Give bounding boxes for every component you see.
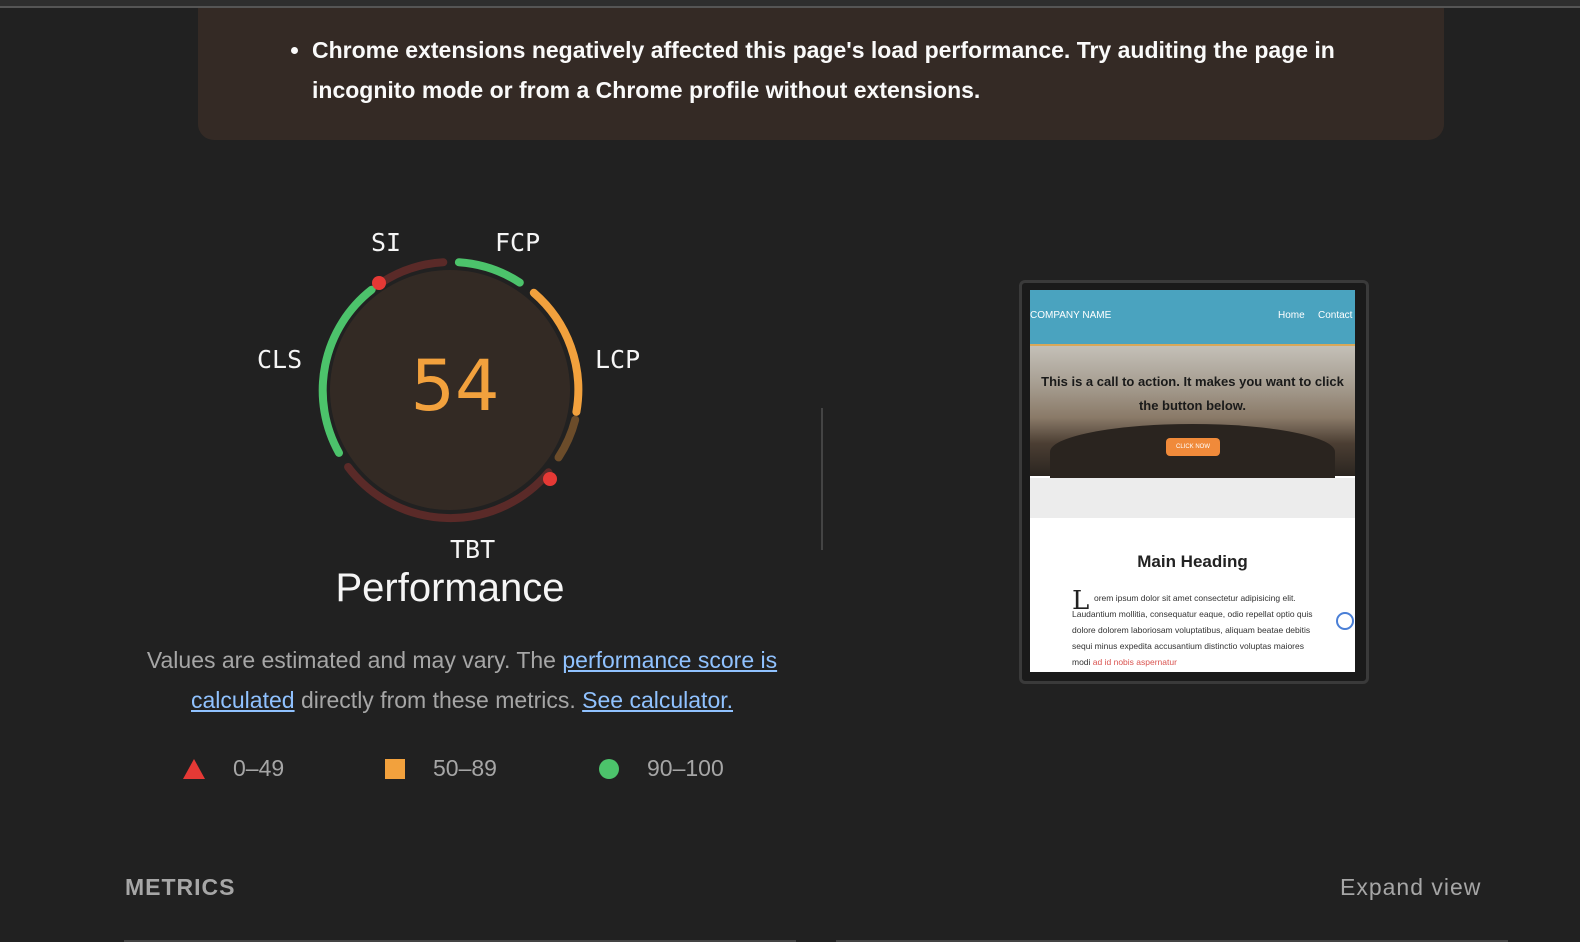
performance-score: 54: [410, 345, 500, 427]
gauge-label-lcp: LCP: [595, 345, 641, 374]
warning-panel: Chrome extensions negatively affected th…: [198, 8, 1444, 140]
gauge-label-tbt: TBT: [450, 535, 496, 564]
screenshot-hero: This is a call to action. It makes you w…: [1030, 346, 1355, 480]
screenshot-body-text: orem ipsum dolor sit amet consectetur ad…: [1072, 593, 1313, 667]
screenshot-heading: Main Heading: [1137, 552, 1248, 571]
gauge-marker-si: [372, 276, 386, 290]
screenshot-nav-contact: Contact: [1318, 310, 1353, 321]
square-icon: [385, 759, 405, 779]
warning-list: Chrome extensions negatively affected th…: [198, 8, 1444, 110]
final-screenshot: COMPANY NAME Home Contact This is a call…: [1030, 290, 1355, 672]
gauge-label-cls: CLS: [257, 345, 303, 374]
screenshot-navbar: COMPANY NAME Home Contact: [1030, 290, 1355, 346]
circle-icon: [599, 759, 619, 779]
screenshot-nav-home: Home: [1278, 310, 1305, 321]
gauge-marker-tbt: [543, 472, 557, 486]
screenshot-band: [1030, 478, 1355, 518]
screenshot-cta-text: This is a call to action. It makes you w…: [1041, 374, 1344, 413]
expand-view-toggle[interactable]: Expand view: [1340, 874, 1481, 901]
description-middle: directly from these metrics.: [294, 687, 583, 713]
score-legend: 0–49 50–89 90–100: [0, 755, 800, 785]
screenshot-cta-button: CLICK NOW: [1166, 438, 1220, 456]
gauge-title: Performance: [335, 566, 565, 610]
warning-item: Chrome extensions negatively affected th…: [312, 8, 1444, 110]
gauge-label-fcp: FCP: [495, 228, 541, 257]
screenshot-body-highlight: ad id nobis aspernatur: [1092, 657, 1177, 667]
see-calculator-link[interactable]: See calculator.: [582, 687, 733, 713]
legend-pass-label: 90–100: [647, 755, 724, 781]
legend-average-label: 50–89: [433, 755, 497, 781]
screenshot-body: orem ipsum dolor sit amet consectetur ad…: [1072, 590, 1322, 670]
score-description: Values are estimated and may vary. The p…: [122, 640, 802, 720]
gauge-label-si: SI: [371, 228, 402, 257]
description-prefix: Values are estimated and may vary. The: [146, 647, 563, 673]
final-screenshot-frame[interactable]: COMPANY NAME Home Contact This is a call…: [1019, 280, 1369, 684]
metrics-heading: METRICS: [125, 874, 236, 900]
screenshot-brand: COMPANY NAME: [1030, 310, 1112, 321]
top-edge: [0, 0, 1580, 8]
legend-fail-label: 0–49: [233, 755, 285, 781]
performance-gauge[interactable]: SI FCP LCP TBT CLS 54: [230, 215, 670, 575]
screenshot-accessibility-icon: [1336, 612, 1354, 630]
triangle-icon: [183, 759, 205, 779]
vertical-divider: [821, 408, 823, 550]
